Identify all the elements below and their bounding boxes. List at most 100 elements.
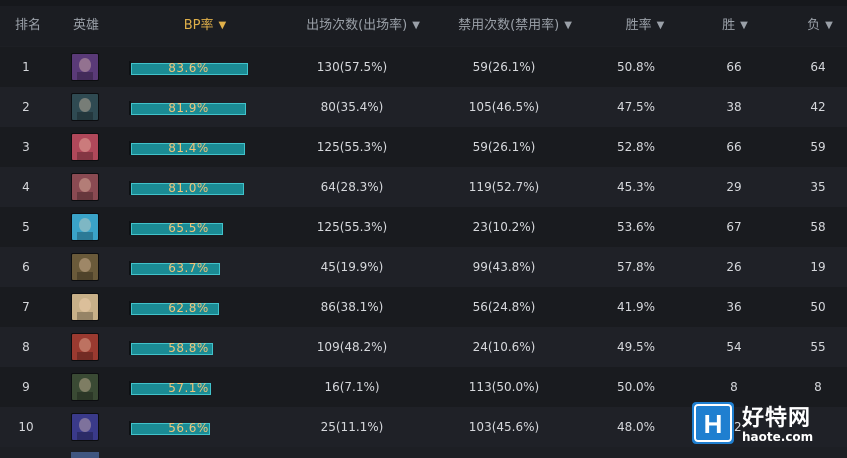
picks-cell: 25(11.1%) — [320, 420, 384, 434]
header-bp-rate[interactable]: BP率 ▼ — [150, 6, 260, 46]
chevron-down-icon: ▼ — [740, 20, 748, 31]
win-rate-cell: 48.0% — [616, 420, 656, 434]
bp-rate-bar: 63.7% — [129, 261, 259, 275]
wins-cell: 38 — [726, 100, 742, 114]
win-rate-cell: 49.5% — [616, 340, 656, 354]
picks-cell: 16(7.1%) — [324, 380, 380, 394]
bp-rate-bar: 81.0% — [129, 181, 259, 195]
bp-rate-value: 57.1% — [168, 381, 209, 395]
bp-rate-bar: 81.9% — [129, 101, 259, 115]
rank-cell: 1 — [22, 60, 30, 74]
table-row[interactable]: 1 83.6% 130(57.5%) 59(26.1%) 50.8% 66 64 — [0, 47, 847, 87]
bans-cell: 23(10.2%) — [472, 220, 536, 234]
chevron-down-icon: ▼ — [656, 20, 665, 31]
rank-cell: 8 — [22, 340, 30, 354]
bans-cell: 59(26.1%) — [472, 60, 536, 74]
header-bans[interactable]: 禁用次数(禁用率) ▼ — [440, 6, 590, 46]
win-rate-cell: 52.8% — [616, 140, 656, 154]
picks-cell: 64(28.3%) — [320, 180, 384, 194]
hero-avatar[interactable] — [71, 93, 99, 121]
losses-cell: 55 — [810, 340, 826, 354]
win-rate-cell: 53.6% — [616, 220, 656, 234]
losses-cell: 64 — [810, 60, 826, 74]
logo-icon: H — [692, 402, 734, 444]
hero-avatar[interactable] — [71, 333, 99, 361]
losses-cell: 59 — [810, 140, 826, 154]
hero-avatar[interactable] — [71, 133, 99, 161]
rank-cell: 5 — [22, 220, 30, 234]
losses-cell: 50 — [810, 300, 826, 314]
rank-cell: 7 — [22, 300, 30, 314]
wins-cell: 26 — [726, 260, 742, 274]
avatar — [71, 452, 99, 458]
watermark-logo: H 好特网 haote.com — [692, 400, 842, 452]
header-losses[interactable]: 负 ▼ — [790, 6, 847, 46]
hero-avatar[interactable] — [71, 253, 99, 281]
rank-cell: 4 — [22, 180, 30, 194]
table-row[interactable]: 3 81.4% 125(55.3%) 59(26.1%) 52.8% 66 59 — [0, 127, 847, 167]
chevron-down-icon: ▼ — [218, 20, 227, 31]
bans-cell: 56(24.8%) — [472, 300, 536, 314]
bp-rate-bar: 81.4% — [129, 141, 259, 155]
bans-cell: 105(46.5%) — [468, 100, 540, 114]
chevron-down-icon: ▼ — [564, 20, 572, 31]
bp-rate-value: 81.4% — [168, 141, 209, 155]
table-row[interactable]: 4 81.0% 64(28.3%) 119(52.7%) 45.3% 29 35 — [0, 167, 847, 207]
header-rank[interactable]: 排名 — [0, 6, 56, 46]
bp-rate-value: 56.6% — [168, 421, 209, 435]
losses-cell: 58 — [810, 220, 826, 234]
wins-cell: 66 — [726, 140, 742, 154]
rank-cell: 2 — [22, 100, 30, 114]
losses-cell: 35 — [810, 180, 826, 194]
picks-cell: 109(48.2%) — [316, 340, 388, 354]
bp-rate-bar: 83.6% — [129, 61, 259, 75]
bp-rate-bar: 62.8% — [129, 301, 259, 315]
hero-avatar[interactable] — [71, 53, 99, 81]
header-win-rate[interactable]: 胜率 ▼ — [600, 6, 690, 46]
table-row[interactable]: 6 63.7% 45(19.9%) 99(43.8%) 57.8% 26 19 — [0, 247, 847, 287]
table-row[interactable]: 5 65.5% 125(55.3%) 23(10.2%) 53.6% 67 58 — [0, 207, 847, 247]
picks-cell: 45(19.9%) — [320, 260, 384, 274]
picks-cell: 130(57.5%) — [316, 60, 388, 74]
rank-cell: 9 — [22, 380, 30, 394]
bp-rate-value: 81.9% — [168, 101, 209, 115]
bp-rate-bar: 65.5% — [129, 221, 259, 235]
hero-avatar[interactable] — [71, 213, 99, 241]
hero-avatar[interactable] — [71, 173, 99, 201]
rank-cell: 3 — [22, 140, 30, 154]
table-row[interactable]: 7 62.8% 86(38.1%) 56(24.8%) 41.9% 36 50 — [0, 287, 847, 327]
header-picks[interactable]: 出场次数(出场率) ▼ — [288, 6, 438, 46]
picks-cell: 125(55.3%) — [316, 220, 388, 234]
hero-avatar[interactable] — [71, 413, 99, 441]
table-row[interactable]: 8 58.8% 109(48.2%) 24(10.6%) 49.5% 54 55 — [0, 327, 847, 367]
win-rate-cell: 57.8% — [616, 260, 656, 274]
picks-cell: 125(55.3%) — [316, 140, 388, 154]
watermark-title: 好特网 — [742, 406, 812, 431]
header-wins[interactable]: 胜 ▼ — [700, 6, 770, 46]
bans-cell: 59(26.1%) — [472, 140, 536, 154]
chevron-down-icon: ▼ — [825, 20, 833, 31]
bp-rate-value: 81.0% — [168, 181, 209, 195]
bans-cell: 119(52.7%) — [468, 180, 540, 194]
bp-rate-value: 58.8% — [168, 341, 209, 355]
bp-rate-value: 83.6% — [168, 61, 209, 75]
wins-cell: 54 — [726, 340, 742, 354]
hero-avatar[interactable] — [71, 373, 99, 401]
table-row[interactable]: 2 81.9% 80(35.4%) 105(46.5%) 47.5% 38 42 — [0, 87, 847, 127]
win-rate-cell: 50.0% — [616, 380, 656, 394]
wins-cell: 36 — [726, 300, 742, 314]
watermark-subtitle: haote.com — [742, 430, 814, 444]
chevron-down-icon: ▼ — [412, 20, 420, 31]
rank-cell: 6 — [22, 260, 30, 274]
wins-cell: 67 — [726, 220, 742, 234]
bp-rate-bar: 56.6% — [129, 421, 259, 435]
svg-text:H: H — [704, 409, 723, 439]
win-rate-cell: 41.9% — [616, 300, 656, 314]
bp-rate-value: 65.5% — [168, 221, 209, 235]
hero-avatar[interactable] — [71, 293, 99, 321]
header-hero[interactable]: 英雄 — [60, 6, 112, 46]
win-rate-cell: 47.5% — [616, 100, 656, 114]
bans-cell: 103(45.6%) — [468, 420, 540, 434]
bans-cell: 113(50.0%) — [468, 380, 540, 394]
losses-cell: 19 — [810, 260, 826, 274]
